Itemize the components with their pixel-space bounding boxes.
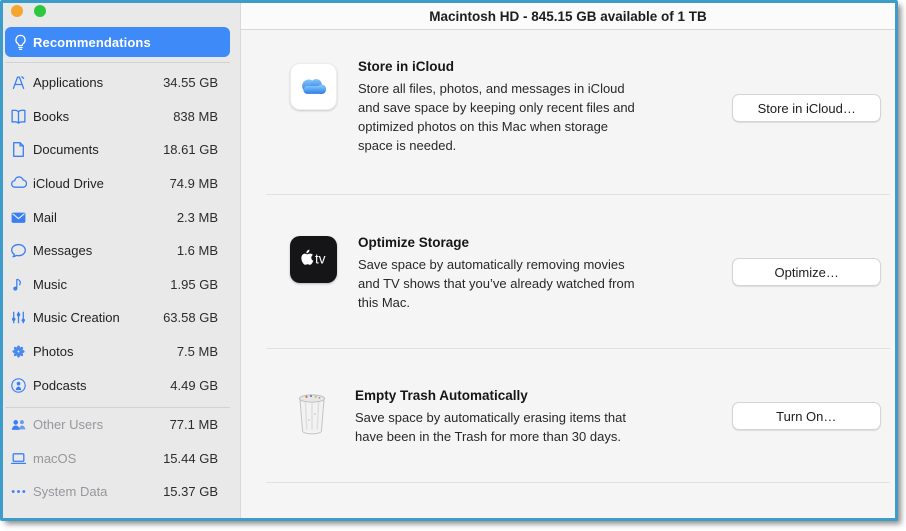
description-line: this Mac.	[358, 293, 732, 312]
sidebar-item-label: Podcasts	[30, 378, 170, 393]
sidebar-item-documents[interactable]: Documents 18.61 GB	[3, 133, 240, 167]
recommendation-title: Empty Trash Automatically	[355, 387, 732, 405]
sidebar-item-size: 18.61 GB	[163, 142, 218, 157]
sidebar-item-photos[interactable]: Photos 7.5 MB	[3, 335, 240, 369]
sidebar-item-other-users[interactable]: Other Users 77.1 MB	[3, 408, 240, 442]
sidebar-item-label: Messages	[30, 243, 177, 258]
sidebar-item-size: 838 MB	[173, 109, 218, 124]
sidebar-item-label: Books	[30, 109, 173, 124]
volume-title: Macintosh HD - 845.15 GB available of 1 …	[429, 9, 707, 24]
recommendation-text: Store in iCloud Store all files, photos,…	[358, 58, 732, 155]
minimize-button[interactable]	[11, 5, 23, 17]
sidebar-items: Applications 34.55 GB Books 838 MB Docum…	[3, 63, 240, 509]
sidebar-item-size: 1.6 MB	[177, 243, 218, 258]
sidebar-item-label: iCloud Drive	[30, 176, 170, 191]
sidebar-item-label: Recommendations	[33, 35, 151, 50]
messages-icon	[10, 242, 27, 259]
traffic-lights	[3, 3, 240, 24]
turn-on-button[interactable]: Turn On…	[732, 402, 881, 430]
recommendation-description: Save space by automatically removing mov…	[358, 255, 732, 312]
sidebar-item-music-creation[interactable]: Music Creation 63.58 GB	[3, 301, 240, 335]
sidebar-item-label: macOS	[30, 451, 163, 466]
sidebar-item-size: 1.95 GB	[170, 277, 218, 292]
lightbulb-icon	[12, 34, 29, 51]
users-icon	[10, 416, 27, 433]
trash-icon	[290, 389, 334, 436]
sidebar-item-size: 77.1 MB	[170, 417, 218, 432]
description-line: Save space by automatically erasing item…	[355, 408, 732, 427]
sidebar-item-icloud-drive[interactable]: iCloud Drive 74.9 MB	[3, 167, 240, 201]
sidebar-item-label: Photos	[30, 344, 177, 359]
photos-icon	[10, 343, 27, 360]
sidebar-item-label: Mail	[30, 210, 177, 225]
sidebar-item-label: Other Users	[30, 417, 170, 432]
row-divider	[266, 482, 890, 483]
apple-tv-app-icon: tv	[290, 236, 337, 283]
window-titlebar: Macintosh HD - 845.15 GB available of 1 …	[241, 3, 895, 30]
podcasts-icon	[10, 377, 27, 394]
ellipsis-icon	[10, 483, 27, 500]
recommendation-title: Optimize Storage	[358, 234, 732, 252]
recommendations-content: Store in iCloud Store all files, photos,…	[241, 30, 895, 518]
mail-icon	[10, 209, 27, 226]
sidebar-item-size: 15.44 GB	[163, 451, 218, 466]
sidebar-item-recommendations[interactable]: Recommendations	[5, 27, 230, 57]
recommendation-title: Store in iCloud	[358, 58, 732, 76]
sidebar-item-podcasts[interactable]: Podcasts 4.49 GB	[3, 368, 240, 402]
recommendation-empty-trash: Empty Trash Automatically Save space by …	[241, 349, 895, 482]
recommendation-optimize-storage: tv Optimize Storage Save space by automa…	[241, 195, 895, 348]
sidebar-item-size: 4.49 GB	[170, 378, 218, 393]
description-line: and save space by keeping only recent fi…	[358, 98, 732, 117]
main-panel: Macintosh HD - 845.15 GB available of 1 …	[241, 3, 895, 518]
description-line: space is needed.	[358, 136, 732, 155]
sidebar-item-label: System Data	[30, 484, 163, 499]
description-line: have been in the Trash for more than 30 …	[355, 427, 732, 446]
description-line: Save space by automatically removing mov…	[358, 255, 732, 274]
sidebar-item-system-data[interactable]: System Data 15.37 GB	[3, 475, 240, 509]
sidebar-item-size: 34.55 GB	[163, 75, 218, 90]
laptop-icon	[10, 450, 27, 467]
sidebar-item-label: Applications	[30, 75, 163, 90]
cloud-icon	[10, 175, 27, 192]
books-icon	[10, 108, 27, 125]
sidebar-item-music[interactable]: Music 1.95 GB	[3, 268, 240, 302]
description-line: Store all files, photos, and messages in…	[358, 79, 732, 98]
recommendation-description: Store all files, photos, and messages in…	[358, 79, 732, 155]
storage-management-window: Recommendations Applications 34.55 GB Bo…	[0, 0, 898, 521]
description-line: optimized photos on this Mac when storag…	[358, 117, 732, 136]
recommendation-text: Optimize Storage Save space by automatic…	[358, 234, 732, 312]
recommendation-text: Empty Trash Automatically Save space by …	[355, 387, 732, 446]
recommendation-store-in-icloud: Store in iCloud Store all files, photos,…	[241, 30, 895, 194]
description-line: and TV shows that you’ve already watched…	[358, 274, 732, 293]
sidebar-item-label: Music	[30, 277, 170, 292]
sidebar-item-size: 2.3 MB	[177, 210, 218, 225]
sidebar-item-size: 15.37 GB	[163, 484, 218, 499]
sidebar-item-label: Music Creation	[30, 310, 163, 325]
music-creation-icon	[10, 309, 27, 326]
applications-icon	[10, 74, 27, 91]
optimize-button[interactable]: Optimize…	[732, 258, 881, 286]
recommendation-description: Save space by automatically erasing item…	[355, 408, 732, 446]
sidebar-item-macos[interactable]: macOS 15.44 GB	[3, 442, 240, 476]
sidebar-item-messages[interactable]: Messages 1.6 MB	[3, 234, 240, 268]
music-note-icon	[10, 276, 27, 293]
icloud-app-icon	[290, 63, 337, 110]
sidebar-item-mail[interactable]: Mail 2.3 MB	[3, 200, 240, 234]
sidebar-item-applications[interactable]: Applications 34.55 GB	[3, 66, 240, 100]
sidebar-item-books[interactable]: Books 838 MB	[3, 100, 240, 134]
sidebar-item-size: 63.58 GB	[163, 310, 218, 325]
document-icon	[10, 141, 27, 158]
sidebar-item-label: Documents	[30, 142, 163, 157]
store-in-icloud-button[interactable]: Store in iCloud…	[732, 94, 881, 122]
sidebar-item-size: 74.9 MB	[170, 176, 218, 191]
sidebar-item-size: 7.5 MB	[177, 344, 218, 359]
sidebar: Recommendations Applications 34.55 GB Bo…	[3, 3, 241, 518]
svg-text:tv: tv	[315, 251, 326, 266]
zoom-button[interactable]	[34, 5, 46, 17]
